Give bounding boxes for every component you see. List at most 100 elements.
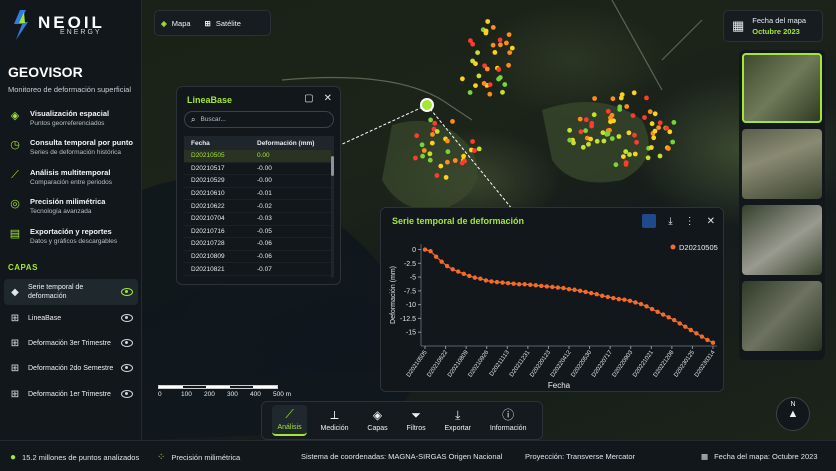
deformation-point[interactable] xyxy=(445,159,450,165)
deformation-point[interactable] xyxy=(497,37,503,43)
deformation-point[interactable] xyxy=(649,121,655,127)
chart-mode-icon[interactable] xyxy=(642,214,657,228)
deformation-point[interactable] xyxy=(649,145,654,150)
deformation-point[interactable] xyxy=(452,158,458,163)
deformation-point[interactable] xyxy=(430,132,435,137)
deformation-point[interactable] xyxy=(652,128,658,134)
deformation-point[interactable] xyxy=(459,160,465,166)
deformation-point[interactable] xyxy=(429,140,435,146)
deformation-point[interactable] xyxy=(467,90,473,95)
deformation-point[interactable] xyxy=(420,153,425,159)
deformation-point[interactable] xyxy=(589,123,594,129)
layer-item-1er-trimestre[interactable]: ⊞ Deformación 1er Trimestre xyxy=(4,381,138,407)
table-row[interactable]: D20210529 -0.00 xyxy=(184,175,334,188)
deformation-point[interactable] xyxy=(632,132,637,138)
deformation-point[interactable] xyxy=(642,115,647,120)
deformation-point[interactable] xyxy=(616,134,622,139)
thumbnail[interactable] xyxy=(742,205,822,275)
deformation-point[interactable] xyxy=(583,117,589,123)
deformation-point[interactable] xyxy=(594,138,600,144)
thumbnail[interactable] xyxy=(742,53,822,123)
deformation-point[interactable] xyxy=(580,144,586,150)
deformation-point[interactable] xyxy=(666,146,671,151)
deformation-point[interactable] xyxy=(567,127,572,133)
deformation-point[interactable] xyxy=(630,113,636,118)
deformation-point[interactable] xyxy=(434,173,440,178)
deformation-point[interactable] xyxy=(592,96,597,101)
deformation-point[interactable] xyxy=(490,25,496,30)
tool-filtros[interactable]: ⏷ Filtros xyxy=(402,406,431,435)
deformation-point[interactable] xyxy=(468,38,473,44)
deformation-point[interactable] xyxy=(605,131,611,137)
close-icon[interactable]: ✕ xyxy=(324,93,332,104)
deformation-point[interactable] xyxy=(509,45,515,51)
layer-item-lineabase[interactable]: ⊞ LineaBase xyxy=(4,305,138,331)
deformation-point[interactable] xyxy=(427,157,433,163)
deformation-point[interactable] xyxy=(609,112,615,118)
deformation-point[interactable] xyxy=(490,42,496,48)
deformation-point[interactable] xyxy=(483,28,489,34)
table-row[interactable]: D20210622 -0.02 xyxy=(184,200,334,213)
deformation-point[interactable] xyxy=(583,128,588,134)
deformation-point[interactable] xyxy=(644,95,649,101)
scrollbar[interactable] xyxy=(331,150,334,278)
deformation-point[interactable] xyxy=(667,129,673,135)
deformation-point[interactable] xyxy=(609,136,615,142)
deformation-point[interactable] xyxy=(438,163,444,169)
tool-analisis[interactable]: ⟋ Análisis xyxy=(272,405,307,436)
layer-item-2do-semestre[interactable]: ⊞ Deformación 2do Semestre xyxy=(4,355,138,381)
deformation-point[interactable] xyxy=(502,82,508,87)
deformation-point[interactable] xyxy=(624,104,630,109)
deformation-point[interactable] xyxy=(631,90,637,96)
deformation-point[interactable] xyxy=(484,66,490,72)
deformation-point[interactable] xyxy=(421,148,427,153)
deformation-point[interactable] xyxy=(610,96,616,102)
tool-exportar[interactable]: ⤓ Exportar xyxy=(440,406,476,435)
deformation-point[interactable] xyxy=(475,50,480,55)
deformation-point[interactable] xyxy=(476,73,482,79)
deformation-point[interactable] xyxy=(617,104,623,110)
deformation-point[interactable] xyxy=(419,142,425,148)
tool-informacion[interactable]: ⓘ Información xyxy=(485,406,532,435)
basemap-option-satellite[interactable]: ⊞ Satélite xyxy=(205,19,241,28)
deformation-point[interactable] xyxy=(605,108,611,114)
table-row[interactable]: D20210704 -0.03 xyxy=(184,213,334,226)
deformation-point[interactable] xyxy=(619,92,625,97)
thumbnail[interactable] xyxy=(742,281,822,351)
deformation-point[interactable] xyxy=(500,89,505,95)
deformation-point[interactable] xyxy=(613,162,619,168)
table-row[interactable]: D20210505 0.00 xyxy=(184,150,334,163)
deformation-point[interactable] xyxy=(507,50,513,55)
more-icon[interactable]: ⋮ xyxy=(685,216,695,227)
search-input[interactable] xyxy=(200,116,321,123)
deformation-point[interactable] xyxy=(670,139,676,145)
deformation-point[interactable] xyxy=(571,140,576,146)
deformation-point[interactable] xyxy=(492,50,498,55)
tool-capas[interactable]: ◈ Capas xyxy=(362,406,392,435)
deformation-point[interactable] xyxy=(496,76,501,82)
eye-icon[interactable] xyxy=(121,314,133,322)
eye-icon[interactable] xyxy=(121,390,133,398)
deformation-point[interactable] xyxy=(434,129,440,134)
table-row[interactable]: D20210821 -0.07 xyxy=(184,263,334,276)
deformation-point[interactable] xyxy=(671,120,677,125)
deformation-point[interactable] xyxy=(621,154,626,160)
thumbnail[interactable] xyxy=(742,129,822,199)
layer-item-serie-temporal[interactable]: ◆ Serie temporal de deformación xyxy=(4,279,138,305)
table-row[interactable]: D20210728 -0.06 xyxy=(184,238,334,251)
deformation-point[interactable] xyxy=(504,40,509,46)
deformation-point[interactable] xyxy=(591,112,597,118)
deformation-point[interactable] xyxy=(506,62,511,68)
layer-item-3er-trimestre[interactable]: ⊞ Deformación 3er Trimestre xyxy=(4,330,138,356)
deformation-point[interactable] xyxy=(588,136,593,142)
deformation-point[interactable] xyxy=(470,139,475,144)
basemap-option-map[interactable]: ◈ Mapa xyxy=(161,19,191,28)
deformation-point[interactable] xyxy=(473,83,478,88)
deformation-point[interactable] xyxy=(496,67,502,72)
deformation-point[interactable] xyxy=(600,130,606,136)
deformation-point[interactable] xyxy=(428,117,433,123)
close-icon[interactable]: ✕ xyxy=(707,216,715,227)
deformation-point[interactable] xyxy=(445,138,450,144)
deformation-point[interactable] xyxy=(586,141,591,147)
eye-icon[interactable] xyxy=(121,364,133,372)
